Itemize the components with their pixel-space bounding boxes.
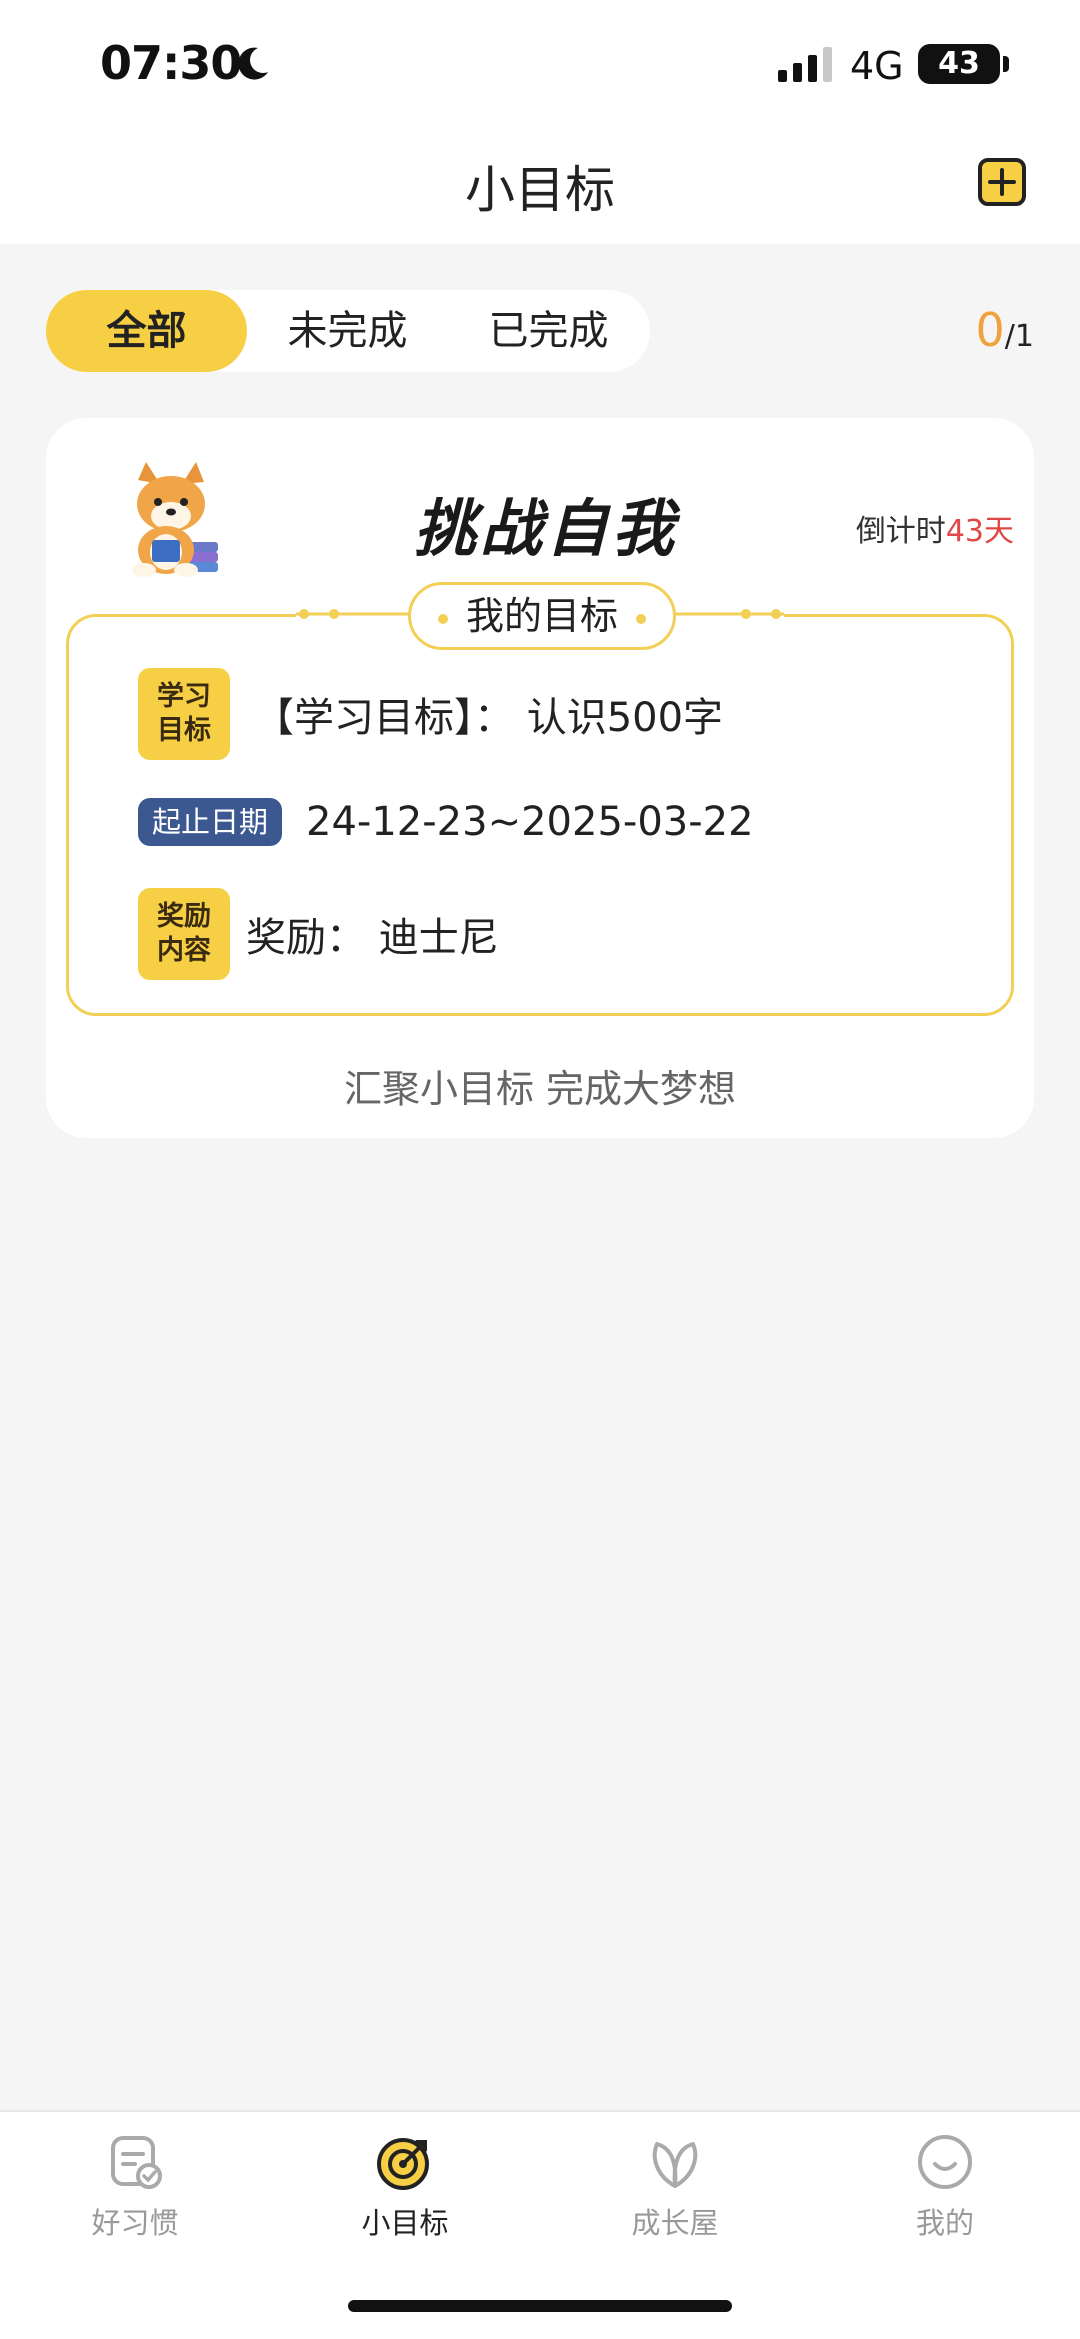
goal-badge: 学习 目标 (138, 668, 230, 760)
tab-all[interactable]: 全部 (46, 290, 247, 372)
goal-section-title: 我的目标 (465, 594, 618, 638)
nav-item-profile[interactable]: 我的 (810, 2132, 1080, 2242)
nav-item-habits[interactable]: 好习惯 (0, 2132, 270, 2242)
nav-label-habits: 好习惯 (91, 2206, 179, 2240)
corgi-mascot-icon (132, 462, 218, 577)
decorative-dots-left (296, 606, 412, 622)
home-indicator (348, 2300, 732, 2312)
countdown-days: 43天 (945, 514, 1014, 549)
nav-item-growth[interactable]: 成长屋 (540, 2132, 810, 2242)
nav-label-profile: 我的 (915, 2206, 974, 2240)
total-count: /1 (1004, 319, 1034, 354)
reward-text: 奖励： 迪士尼 (246, 915, 499, 961)
challenge-title: 挑战自我 (413, 492, 678, 565)
habit-checklist-icon (111, 2136, 162, 2189)
goal-row: 学习 目标 【学习目标】： 认识500字 (138, 668, 723, 760)
reward-badge-line1: 奖励 (157, 901, 211, 932)
status-time: 07:30 (100, 36, 242, 90)
moon-icon (238, 47, 268, 80)
goal-card[interactable]: 挑战自我 倒计时43天 我的目标 学习 目标 【学习目标】： 认识500字 起止… (46, 418, 1034, 1138)
date-row: 起止日期 24-12-23~2025-03-22 (138, 798, 754, 846)
status-bar: 07:30 4G 43 (0, 0, 1080, 120)
tab-incomplete[interactable]: 未完成 (247, 290, 448, 372)
date-badge: 起止日期 (138, 798, 283, 846)
nav-bar: 小目标 (0, 120, 1080, 244)
countdown: 倒计时43天 (856, 506, 1014, 550)
countdown-label: 倒计时 (855, 514, 946, 549)
decorative-dots-right (668, 606, 784, 622)
page-title: 小目标 (465, 161, 615, 219)
goal-text: 【学习目标】： 认识500字 (254, 695, 724, 741)
goal-counter: 0/1 (976, 300, 1034, 367)
signal-icon (778, 47, 832, 82)
target-icon (377, 2138, 429, 2190)
tab-completed[interactable]: 已完成 (448, 290, 649, 372)
goal-badge-line2: 目标 (157, 715, 211, 746)
reward-badge: 奖励 内容 (138, 888, 230, 980)
goal-badge-line1: 学习 (157, 681, 211, 712)
filter-tabs: 全部 未完成 已完成 (46, 290, 650, 372)
nav-item-goals[interactable]: 小目标 (270, 2132, 540, 2242)
date-text: 24-12-23~2025-03-22 (306, 799, 754, 845)
network-label: 4G (850, 44, 904, 88)
nav-label-goals: 小目标 (361, 2206, 449, 2240)
leaf-icon (652, 2142, 698, 2188)
decorative-dot (636, 613, 646, 624)
nav-label-growth: 成长屋 (631, 2206, 719, 2240)
add-square-icon[interactable] (976, 156, 1030, 210)
reward-badge-line2: 内容 (157, 935, 211, 966)
decorative-dot (437, 613, 448, 624)
battery-tip (1003, 56, 1009, 72)
smile-face-icon (918, 2135, 972, 2189)
completed-count: 0 (975, 303, 1005, 357)
reward-row: 奖励 内容 奖励： 迪士尼 (138, 888, 499, 980)
battery-indicator: 43 (918, 44, 1000, 84)
goal-section-header: 我的目标 (408, 582, 676, 650)
slogan: 汇聚小目标 完成大梦想 (343, 1067, 737, 1111)
